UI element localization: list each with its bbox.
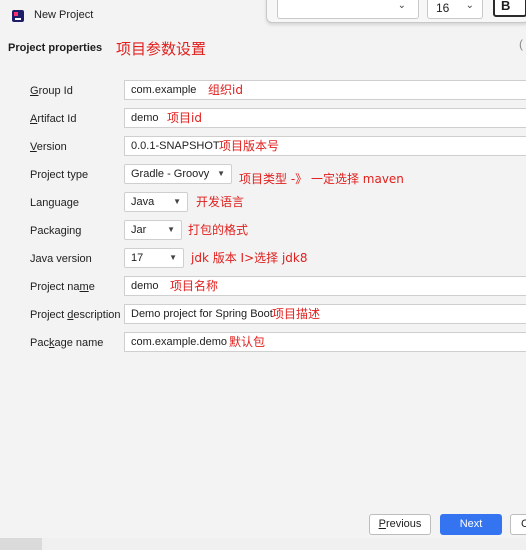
overlay-format-toolbar: ⌄ 16 ⌄ B	[266, 0, 526, 23]
language-select[interactable]: Java ▼	[124, 192, 188, 212]
mnemonic: P	[378, 518, 386, 530]
packaging-select[interactable]: Jar ▼	[124, 220, 182, 240]
package-name-field[interactable]: com.example.demo	[124, 332, 526, 352]
java-version-label: Java version	[30, 253, 92, 265]
annotation-packaging: 打包的格式	[188, 223, 249, 237]
annotation-project-name: 项目名称	[170, 279, 219, 293]
bold-button[interactable]: B	[493, 0, 526, 17]
window-bottom-edge	[0, 538, 526, 550]
annotation-artifact-id: 项目id	[167, 111, 202, 125]
new-project-dialog: New Project ⌄ 16 ⌄ B ( Project propertie…	[0, 0, 526, 538]
annotation-package-name: 默认包	[229, 335, 266, 349]
font-size-value: 16	[436, 1, 450, 15]
mnemonic: V	[30, 141, 37, 153]
window-title: New Project	[34, 9, 94, 21]
font-size-select[interactable]: 16 ⌄	[427, 0, 483, 19]
project-type-select[interactable]: Gradle - Groovy ▼	[124, 164, 232, 184]
annotation-java-version: jdk 版本 I>选择 jdk8	[191, 251, 308, 265]
chevron-down-icon: ▼	[217, 169, 225, 178]
chevron-down-icon: ⌄	[465, 0, 474, 11]
annotation-version: 项目版本号	[219, 139, 280, 153]
font-family-select[interactable]: ⌄	[277, 0, 419, 19]
language-label: Language	[30, 197, 79, 209]
annotation-group-id: 组织id	[208, 83, 243, 97]
version-field[interactable]: 0.0.1-SNAPSHOT	[124, 136, 526, 156]
packaging-label: Packaging	[30, 225, 82, 237]
next-button[interactable]: Next	[440, 514, 502, 535]
version-label: Version	[30, 141, 67, 153]
clipped-edge-glyph: (	[519, 37, 523, 51]
annotation-project-type: 项目类型 -》 一定选择 maven	[239, 172, 404, 186]
chevron-down-icon: ▼	[167, 225, 175, 234]
previous-button[interactable]: Previous	[369, 514, 431, 535]
project-description-label: Project description	[30, 309, 121, 321]
chevron-down-icon: ▼	[169, 253, 177, 262]
project-description-field[interactable]: Demo project for Spring Boot	[124, 304, 526, 324]
annotation-section: 项目参数设置	[116, 40, 207, 58]
annotation-project-description: 项目描述	[272, 307, 321, 321]
project-type-label: Project type	[30, 169, 89, 181]
package-name-label: Package name	[30, 337, 104, 349]
cancel-button[interactable]: C	[510, 514, 526, 535]
project-name-label: Project name	[30, 281, 95, 293]
mnemonic: G	[30, 85, 39, 97]
chevron-down-icon: ▼	[173, 197, 181, 206]
annotation-language: 开发语言	[196, 195, 245, 209]
group-id-field[interactable]: com.example	[124, 80, 526, 100]
group-id-label: Group Id	[30, 85, 73, 97]
intellij-idea-icon	[12, 10, 24, 22]
artifact-id-label: Artifact Id	[30, 113, 77, 125]
edge-shadow	[0, 538, 42, 550]
section-title: Project properties	[8, 42, 103, 54]
mnemonic: m	[79, 281, 89, 293]
java-version-select[interactable]: 17 ▼	[124, 248, 184, 268]
chevron-down-icon: ⌄	[397, 0, 406, 11]
